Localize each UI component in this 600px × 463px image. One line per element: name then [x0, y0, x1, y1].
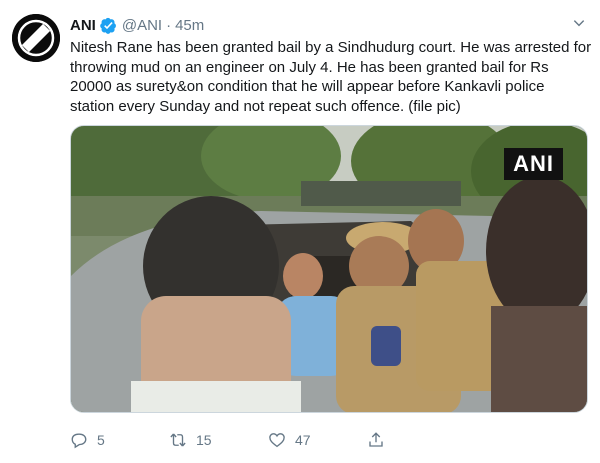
- tweet-text-line: station every Sunday and not repeat such…: [70, 97, 461, 115]
- tweet-text-line: 20000 as surety&on condition that he wil…: [70, 78, 545, 95]
- tweet-actions: 5 15 47: [70, 428, 490, 452]
- tweet-card[interactable]: ANI @ANI · 45m Nitesh Rane has been gran…: [0, 0, 600, 463]
- like-button[interactable]: 47: [268, 428, 311, 452]
- avatar[interactable]: [12, 14, 60, 62]
- retweet-button[interactable]: 15: [169, 428, 212, 452]
- tweet-text: Nitesh Rane has been granted bail by a S…: [70, 38, 592, 116]
- share-icon: [369, 432, 383, 447]
- tweet-photo[interactable]: ANI: [70, 125, 588, 413]
- ani-watermark: ANI: [504, 148, 563, 180]
- retweet-count: 15: [196, 432, 212, 448]
- author-handle[interactable]: @ANI: [122, 17, 162, 34]
- verified-badge-icon: [100, 17, 117, 34]
- ani-logo: [12, 14, 60, 62]
- author-name[interactable]: ANI: [70, 17, 96, 34]
- reply-count: 5: [97, 432, 105, 448]
- tweet-header: ANI @ANI · 45m: [70, 14, 204, 36]
- retweet-icon: [170, 433, 186, 447]
- reply-button[interactable]: 5: [70, 428, 105, 452]
- chevron-down-icon[interactable]: [572, 16, 586, 30]
- tweet-text-line: Nitesh Rane has been granted bail by a S…: [70, 39, 592, 56]
- reply-icon: [71, 433, 87, 449]
- heart-icon: [269, 433, 285, 448]
- tweet-text-line: throwing mud on an engineer on July 4. H…: [70, 58, 549, 76]
- timestamp[interactable]: 45m: [175, 17, 204, 34]
- share-button[interactable]: [367, 428, 385, 452]
- separator-dot: ·: [166, 16, 172, 34]
- like-count: 47: [295, 432, 311, 448]
